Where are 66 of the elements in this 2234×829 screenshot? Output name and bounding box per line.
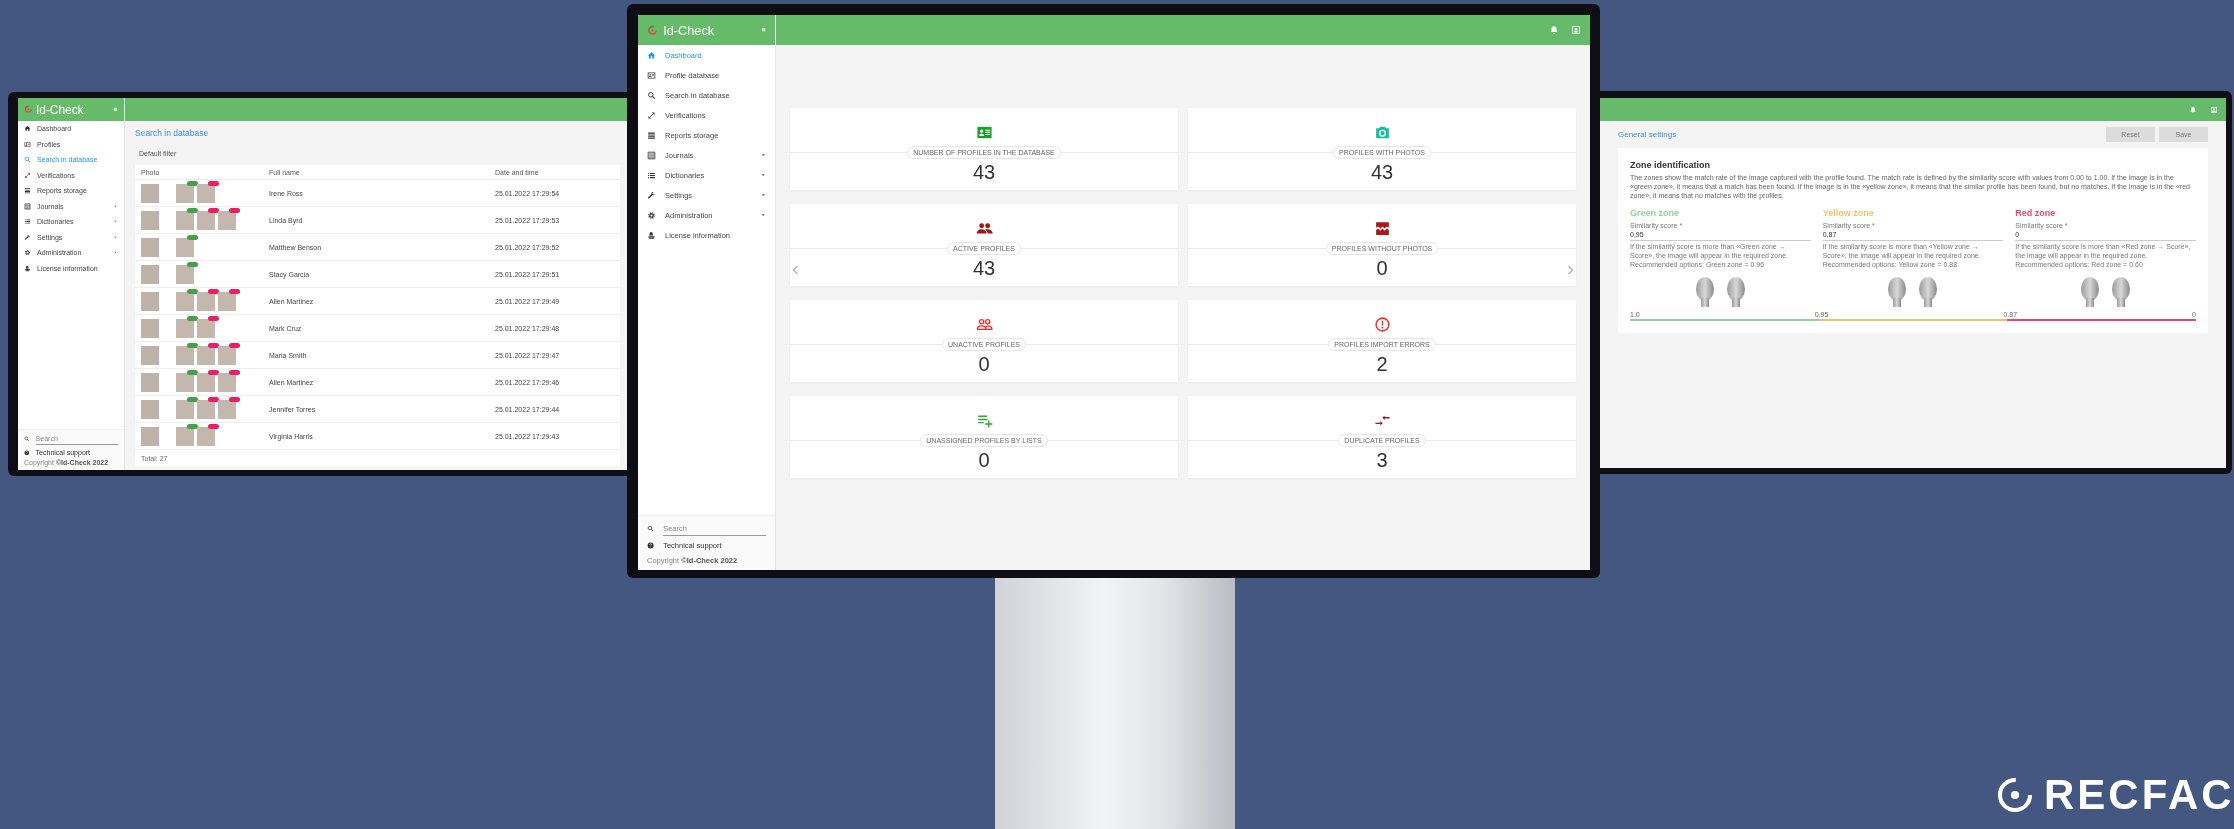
diagonal-arrow-icon	[24, 171, 31, 179]
bell-icon[interactable]	[2189, 105, 2197, 114]
logo-icon	[647, 24, 658, 36]
bulleted-list-icon	[24, 218, 31, 226]
calendar-icon	[647, 150, 656, 160]
page-title: General settings	[1618, 130, 1678, 139]
wrench-icon	[24, 233, 31, 241]
photo-placeholder	[141, 372, 159, 392]
photo-placeholder	[141, 264, 159, 284]
stat-value: 43	[972, 257, 996, 280]
stamp-icon	[647, 230, 656, 240]
photo-placeholder	[141, 183, 159, 203]
search-icon	[647, 525, 655, 533]
home-icon	[24, 125, 31, 133]
diagonal-arrow-icon	[647, 110, 656, 120]
photo-placeholder	[141, 210, 159, 230]
home-icon	[647, 50, 656, 60]
zone-title: Yellow zone	[1822, 208, 1875, 219]
brand-wordmark: RECFAC	[2044, 774, 2234, 816]
photo-placeholder	[141, 426, 159, 446]
id-card-icon	[647, 70, 656, 80]
stat-value: 2	[1376, 353, 1388, 376]
bulleted-list-icon	[647, 170, 656, 180]
photo-placeholder	[141, 291, 159, 311]
user-icon[interactable]	[1571, 25, 1581, 35]
wrench-icon	[647, 190, 656, 200]
section-title: Zone identification	[1630, 160, 1711, 170]
search-icon	[647, 90, 656, 100]
zone-title: Green zone	[1630, 208, 1680, 219]
app-title: Id-Check	[663, 22, 716, 38]
logo-icon	[24, 105, 33, 114]
calendar-icon	[24, 202, 31, 210]
settings-icon	[647, 210, 656, 220]
stat-value: 43	[1370, 161, 1394, 184]
photo-placeholder	[141, 399, 159, 419]
photo-placeholder	[141, 318, 159, 338]
zone-title: Red zone	[2015, 208, 2057, 219]
head-drawing	[1693, 274, 1716, 308]
collapse-icon[interactable]	[113, 107, 118, 112]
head-drawing	[1886, 274, 1909, 308]
stat-value: 3	[1376, 449, 1388, 472]
stat-value: 0	[978, 449, 990, 472]
stat-value: 0	[978, 353, 990, 376]
page-title: Search in database	[135, 128, 210, 138]
photo-placeholder	[141, 345, 159, 365]
bell-icon[interactable]	[1549, 25, 1559, 35]
help-icon	[647, 542, 655, 550]
ring-logo-icon	[1996, 776, 2034, 814]
search-icon	[24, 156, 31, 164]
head-drawing	[2110, 274, 2133, 308]
head-drawing	[1724, 274, 1747, 308]
list-icon	[647, 130, 656, 140]
stamp-icon	[24, 264, 31, 272]
collapse-icon[interactable]	[760, 27, 766, 33]
id-card-icon	[24, 140, 31, 148]
app-title: Id-Check	[36, 102, 85, 117]
head-drawing	[2079, 274, 2102, 308]
stat-value: 0	[1376, 257, 1388, 280]
help-icon	[24, 449, 30, 456]
user-icon[interactable]	[2210, 105, 2218, 114]
head-drawing	[1917, 274, 1940, 308]
photo-placeholder	[141, 237, 159, 257]
stat-value: 43	[972, 161, 996, 184]
list-icon	[24, 187, 31, 195]
search-icon	[24, 436, 30, 442]
settings-icon	[24, 249, 31, 257]
